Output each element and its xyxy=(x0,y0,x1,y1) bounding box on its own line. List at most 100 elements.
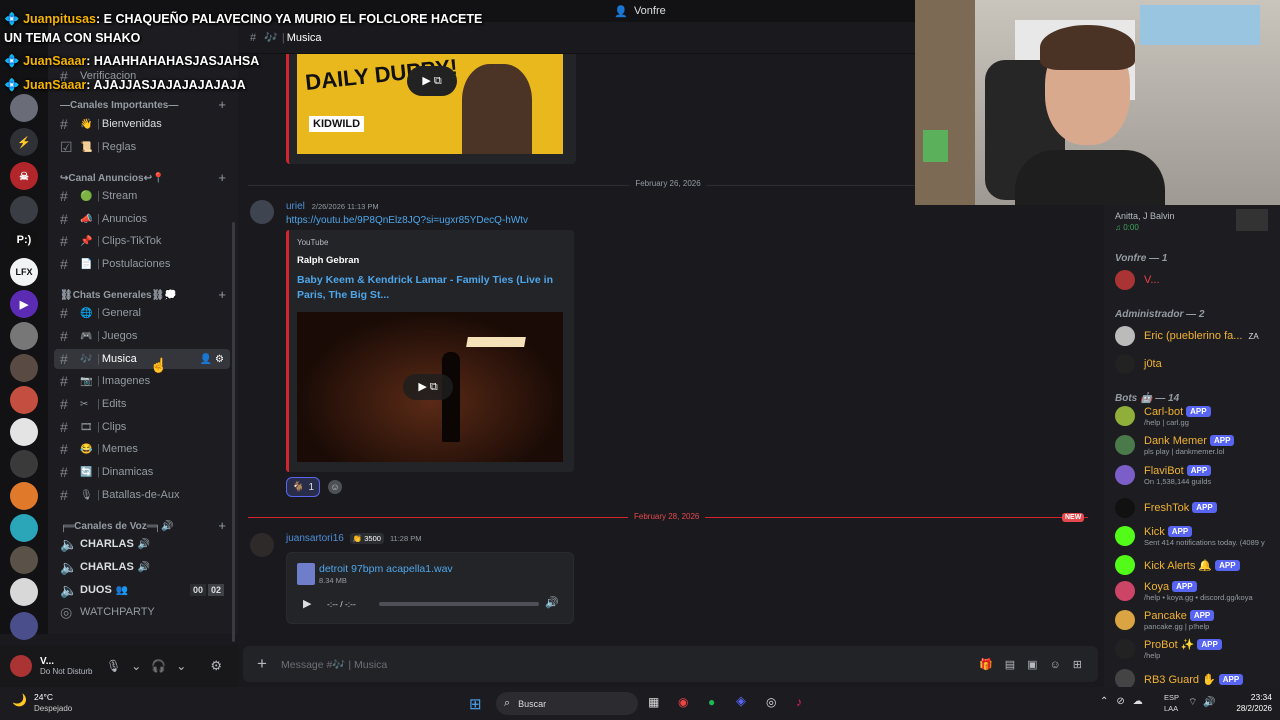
channel-item[interactable]: # 😂 | Memes xyxy=(54,439,230,459)
volume-icon[interactable]: 🔊 xyxy=(545,596,559,609)
member-item[interactable]: j0ta xyxy=(1115,350,1277,378)
server-rail: ⚡ ☠ P:) LFX ▶ xyxy=(0,22,48,640)
channel-item[interactable]: # 🔄 | Dinamicas xyxy=(54,462,230,482)
server-icon-text[interactable]: LFX xyxy=(10,258,38,286)
bot-item[interactable]: Carl-bot APP/help | carl.gg xyxy=(1115,402,1277,430)
server-icon[interactable] xyxy=(10,450,38,478)
member-item[interactable]: V... xyxy=(1115,266,1277,294)
avatar[interactable] xyxy=(10,655,32,677)
server-icon[interactable]: ▶ xyxy=(10,290,38,318)
server-icon[interactable] xyxy=(10,196,38,224)
voice-channel[interactable]: 🔈 CHARLAS 🔊 xyxy=(54,557,230,577)
tray-icons[interactable]: ⌃⊘☁ xyxy=(1100,696,1151,707)
add-reaction-icon[interactable]: ☺ xyxy=(328,480,342,494)
server-folder[interactable] xyxy=(10,612,38,640)
server-icon[interactable]: ☠ xyxy=(10,162,38,190)
speaker-icon: 🔈 xyxy=(60,535,78,552)
channel-item[interactable]: # 📄 | Postulaciones xyxy=(54,254,230,274)
channel-item[interactable]: # 🎞 | Clips xyxy=(54,417,230,437)
user-status: Do Not Disturb xyxy=(40,667,93,676)
add-attachment-icon[interactable]: + xyxy=(243,654,281,674)
channel-item[interactable]: # 📷 | Imagenes xyxy=(54,371,230,391)
settings-icon[interactable]: 👤 ⚙ xyxy=(200,354,224,365)
spotify-icon[interactable]: ● xyxy=(708,695,715,709)
role-badge: 👏 3500 xyxy=(349,533,384,544)
mic-icon[interactable]: 🎙⌄🎧⌄ xyxy=(106,659,196,673)
youtube-embed: YouTube Ralph Gebran Baby Keem & Kendric… xyxy=(286,230,574,472)
channel-item[interactable]: # 📌 | Clips-TikTok xyxy=(54,231,230,251)
bot-item[interactable]: FreshTok APP xyxy=(1115,494,1277,522)
webcam-overlay xyxy=(915,0,1280,205)
bot-item[interactable]: Kick APP Sent 414 notifications today. (40… xyxy=(1115,522,1277,550)
add-channel-icon[interactable]: + xyxy=(218,170,226,185)
taskbar-search[interactable]: ⌕ Buscar xyxy=(496,692,638,715)
channel-item[interactable]: # 👋 | Bienvenidas xyxy=(54,114,230,134)
server-icon[interactable] xyxy=(10,322,38,350)
tiktok-icon[interactable]: ♪ xyxy=(796,695,802,709)
server-icon[interactable] xyxy=(10,578,38,606)
bot-item[interactable]: Koya APP/help • koya.gg • discord.gg/koya xyxy=(1115,577,1277,605)
avatar[interactable] xyxy=(250,200,274,224)
category-label[interactable]: ⛓Chats Generales⛓💭 xyxy=(60,290,177,301)
play-icon[interactable]: ▶ xyxy=(303,597,311,610)
bot-item[interactable]: Kick Alerts 🔔 APP xyxy=(1115,551,1277,579)
badge-icon: 💠 xyxy=(4,54,20,68)
server-icon-text[interactable]: P:) xyxy=(10,226,38,254)
server-icon[interactable] xyxy=(10,546,38,574)
windows-start-icon[interactable]: ⊞ xyxy=(469,695,482,713)
chrome-icon[interactable]: ◉ xyxy=(678,695,688,709)
channel-item[interactable]: ☑ 📜 | Reglas xyxy=(54,137,230,157)
video-thumbnail[interactable]: ▶ ⧉ xyxy=(297,312,563,462)
channel-item[interactable]: # 🎮 | Juegos xyxy=(54,326,230,346)
category-label[interactable]: ↪Canal Anuncios↩📍 xyxy=(60,173,164,184)
voice-channel[interactable]: 🔈 DUOS 👥 00 02 xyxy=(54,580,230,600)
avatar[interactable] xyxy=(250,533,274,557)
category-label[interactable]: ╒═Canales de Voz═╕🔊 xyxy=(60,521,173,532)
bot-item[interactable]: FlaviBot APP On 1,538,144 guilds xyxy=(1115,461,1277,489)
voice-channel[interactable]: 🔈 CHARLAS 🔊 xyxy=(54,534,230,554)
server-icon[interactable] xyxy=(10,418,38,446)
audio-progress[interactable] xyxy=(379,602,539,606)
add-channel-icon[interactable]: + xyxy=(218,97,226,112)
message-link[interactable]: https://youtu.be/9P8QnElz8JQ?si=ugxr85YD… xyxy=(286,215,528,226)
server-icon[interactable] xyxy=(10,354,38,382)
bot-item[interactable]: Pancake APP pancake.gg | p!help xyxy=(1115,606,1277,634)
reaction-pill[interactable]: 🐐 1 xyxy=(286,477,320,497)
category-label[interactable]: —Canales Importantes— xyxy=(60,100,178,111)
file-icon xyxy=(297,563,315,585)
window-title: Vonfre xyxy=(633,5,666,17)
channel-item[interactable]: # 🟢 | Stream xyxy=(54,186,230,206)
member-list: Anitta, J Balvin ♫ 0:00 Vonfre — 1 V... … xyxy=(1104,205,1280,689)
server-icon[interactable] xyxy=(10,386,38,414)
channel-item[interactable]: # 🎙 | Batallas-de-Aux xyxy=(54,485,230,505)
discord-icon[interactable]: ◈ xyxy=(736,693,746,709)
server-icon[interactable] xyxy=(10,514,38,542)
gear-icon[interactable]: ⚙ xyxy=(210,658,222,674)
weather-icon: 🌙 xyxy=(12,693,27,707)
server-icon[interactable] xyxy=(10,482,38,510)
channel-item[interactable]: # ✂ | Edits xyxy=(54,394,230,414)
member-item[interactable]: Eric (pueblerino fa... ZA xyxy=(1115,322,1277,350)
play-icon[interactable]: ▶ ⧉ xyxy=(403,374,453,400)
channel-scrollbar[interactable] xyxy=(232,222,235,642)
gift-icon[interactable]: 🎁▤▣☺⊞ xyxy=(979,658,1094,671)
voice-channel[interactable]: ◎ WATCHPARTY xyxy=(54,602,230,622)
message-author[interactable]: juansartori16 👏 3500 11:28 PM xyxy=(286,533,421,544)
speaker-icon: 🔈 xyxy=(60,558,78,575)
server-icon[interactable] xyxy=(10,94,38,122)
server-icon[interactable]: ⚡ xyxy=(10,128,38,156)
message-author[interactable]: uriel 2/26/2026 11:13 PM xyxy=(286,201,379,212)
channel-item-active[interactable]: # 🎶 | Musica 👤 ⚙ xyxy=(54,349,230,369)
network-icon[interactable]: ⌔🔊 xyxy=(1188,696,1222,709)
add-channel-icon[interactable]: + xyxy=(218,287,226,302)
activity-time: ♫ 0:00 xyxy=(1115,223,1139,232)
bot-item[interactable]: ProBot ✨ APP/help xyxy=(1115,635,1277,663)
channel-item[interactable]: # 🌐 | General xyxy=(54,303,230,323)
file-explorer-icon[interactable]: ▦ xyxy=(648,695,659,709)
activity-art xyxy=(1236,209,1268,231)
message-input[interactable]: Message #🎶 | Musica xyxy=(281,658,979,671)
bot-item[interactable]: Dank Memer APP pls play | dankmemer.lol xyxy=(1115,431,1277,459)
add-channel-icon[interactable]: + xyxy=(218,518,226,533)
channel-item[interactable]: # 📣 | Anuncios xyxy=(54,209,230,229)
obs-icon[interactable]: ◎ xyxy=(766,695,776,709)
